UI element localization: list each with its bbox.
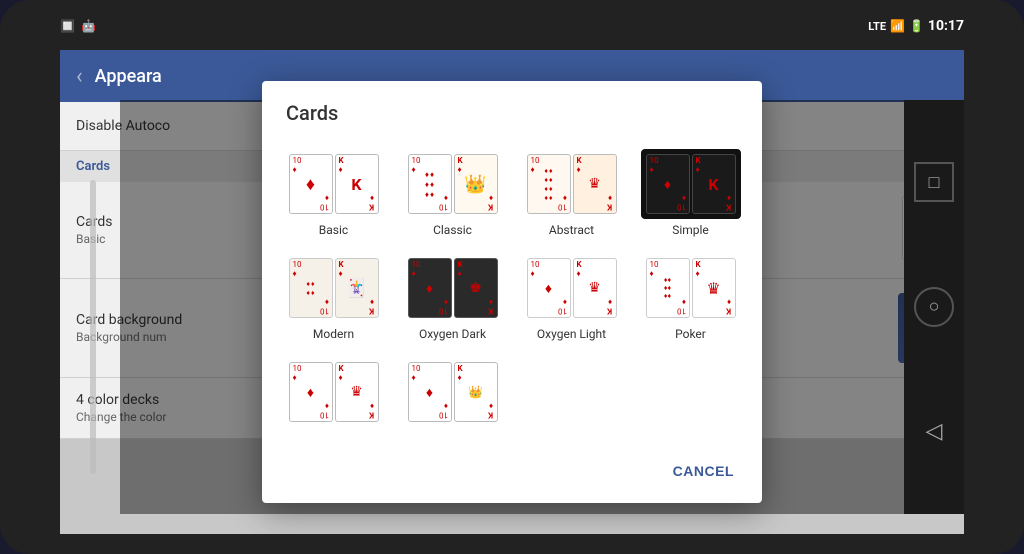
status-left-icons: 🔲 🤖 xyxy=(60,19,96,33)
modern-card-1: 10♦ ♦♦♦♦ 10♦ xyxy=(289,258,333,318)
modern-img-wrap: 10♦ ♦♦♦♦ 10♦ K♦ 🃏 K♦ xyxy=(284,253,384,323)
poker-label: Poker xyxy=(675,327,706,341)
modern-card-2: K♦ 🃏 K♦ xyxy=(335,258,379,318)
simple-card-1: 10♦ ♦ 10♦ xyxy=(646,154,690,214)
poker-card-2: K♦ ♛ K♦ xyxy=(692,258,736,318)
basic-card-2: K♦ K K♦ xyxy=(335,154,379,214)
classic-img-wrap: 10♦ ♦♦ ♦♦ ♦♦ 10♦ K♦ xyxy=(403,149,503,219)
extra2-card-2: K♦ 👑 K♦ xyxy=(454,362,498,422)
oxygen-dark-label: Oxygen Dark xyxy=(419,327,486,341)
poker-img-wrap: 10♦ ♦♦♦♦♦♦ 10♦ K♦ ♛ K♦ xyxy=(641,253,741,323)
square-nav-button[interactable]: □ xyxy=(914,162,954,202)
extra1-card-1: 10♦ ♦ 10♦ xyxy=(289,362,333,422)
oxygen-light-card-2: K♦ ♛ K♦ xyxy=(573,258,617,318)
poker-card-1: 10♦ ♦♦♦♦♦♦ 10♦ xyxy=(646,258,690,318)
card-option-basic[interactable]: 10♦ ♦ 10♦ K♦ K K♦ B xyxy=(278,145,389,241)
dialog-title: Cards xyxy=(262,81,762,137)
oxygen-light-img-wrap: 10♦ ♦ 10♦ K♦ ♛ K♦ xyxy=(522,253,622,323)
app-bar-title: Appeara xyxy=(95,66,162,87)
oxygen-dark-card-1: 10♦ ♦ 10♦ xyxy=(408,258,452,318)
card-option-oxygen-light[interactable]: 10♦ ♦ 10♦ K♦ ♛ K♦ O xyxy=(516,249,627,345)
dialog-content: 10♦ ♦ 10♦ K♦ K K♦ B xyxy=(262,137,762,443)
simple-label: Simple xyxy=(672,223,709,237)
signal-icon: 📶 xyxy=(890,19,905,33)
circle-nav-button[interactable]: ○ xyxy=(914,287,954,327)
extra2-img-wrap: 10♦ ♦ 10♦ K♦ 👑 K♦ xyxy=(403,357,503,427)
phone-frame: 🔲 🤖 LTE 📶 🔋 10:17 ‹ Appeara Disable Auto… xyxy=(0,0,1024,554)
time-display: 10:17 xyxy=(928,18,964,34)
oxygen-dark-card-2: K♦ ♚ K♦ xyxy=(454,258,498,318)
card-option-classic[interactable]: 10♦ ♦♦ ♦♦ ♦♦ 10♦ K♦ xyxy=(397,145,508,241)
status-right: LTE 📶 🔋 10:17 xyxy=(868,18,964,34)
back-nav-button[interactable]: ◁ xyxy=(914,412,954,452)
card-options-grid: 10♦ ♦ 10♦ K♦ K K♦ B xyxy=(278,137,746,443)
basic-img-wrap: 10♦ ♦ 10♦ K♦ K K♦ xyxy=(284,149,384,219)
nav-buttons: □ ○ ◁ xyxy=(904,100,964,514)
card-option-abstract[interactable]: 10♦ ♦♦♦♦♦♦♦♦ 10♦ K♦ ♛ K♦ xyxy=(516,145,627,241)
battery-icon: 🔋 xyxy=(909,19,924,33)
lte-label: LTE xyxy=(868,20,886,33)
basic-label: Basic xyxy=(319,223,348,237)
abstract-img-wrap: 10♦ ♦♦♦♦♦♦♦♦ 10♦ K♦ ♛ K♦ xyxy=(522,149,622,219)
classic-label: Classic xyxy=(433,223,472,237)
back-button[interactable]: ‹ xyxy=(76,64,83,89)
cancel-button[interactable]: CANCEL xyxy=(661,455,746,487)
basic-card-1: 10♦ ♦ 10♦ xyxy=(289,154,333,214)
simple-card-2: K♦ K K♦ xyxy=(692,154,736,214)
card-option-poker[interactable]: 10♦ ♦♦♦♦♦♦ 10♦ K♦ ♛ K♦ xyxy=(635,249,746,345)
card-option-oxygen-dark[interactable]: 10♦ ♦ 10♦ K♦ ♚ K♦ O xyxy=(397,249,508,345)
extra1-img-wrap: 10♦ ♦ 10♦ K♦ ♛ K♦ xyxy=(284,357,384,427)
oxygen-dark-img-wrap: 10♦ ♦ 10♦ K♦ ♚ K♦ xyxy=(403,253,503,323)
modern-label: Modern xyxy=(313,327,354,341)
card-option-extra1[interactable]: 10♦ ♦ 10♦ K♦ ♛ K♦ xyxy=(278,353,389,435)
card-option-simple[interactable]: 10♦ ♦ 10♦ K♦ K K♦ S xyxy=(635,145,746,241)
card-option-extra2[interactable]: 10♦ ♦ 10♦ K♦ 👑 K♦ xyxy=(397,353,508,435)
extra1-card-2: K♦ ♛ K♦ xyxy=(335,362,379,422)
oxygen-light-label: Oxygen Light xyxy=(537,327,606,341)
extra2-card-1: 10♦ ♦ 10♦ xyxy=(408,362,452,422)
status-bar: 🔲 🤖 LTE 📶 🔋 10:17 xyxy=(60,8,964,44)
android-icon: 🤖 xyxy=(81,19,96,33)
card-option-modern[interactable]: 10♦ ♦♦♦♦ 10♦ K♦ 🃏 K♦ xyxy=(278,249,389,345)
abstract-card-2: K♦ ♛ K♦ xyxy=(573,154,617,214)
simple-img-wrap: 10♦ ♦ 10♦ K♦ K K♦ xyxy=(641,149,741,219)
classic-card-1: 10♦ ♦♦ ♦♦ ♦♦ 10♦ xyxy=(408,154,452,214)
dialog-actions: CANCEL xyxy=(262,443,762,503)
oxygen-light-card-1: 10♦ ♦ 10♦ xyxy=(527,258,571,318)
scroll-indicator xyxy=(90,180,96,474)
app-area: ‹ Appeara Disable Autoco Cards Cards Bas… xyxy=(60,50,964,534)
abstract-label: Abstract xyxy=(549,223,594,237)
classic-card-2: K♦ 👑 K♦ xyxy=(454,154,498,214)
cards-dialog: Cards 10♦ ♦ 10♦ xyxy=(262,81,762,503)
abstract-card-1: 10♦ ♦♦♦♦♦♦♦♦ 10♦ xyxy=(527,154,571,214)
sim-icon: 🔲 xyxy=(60,19,75,33)
